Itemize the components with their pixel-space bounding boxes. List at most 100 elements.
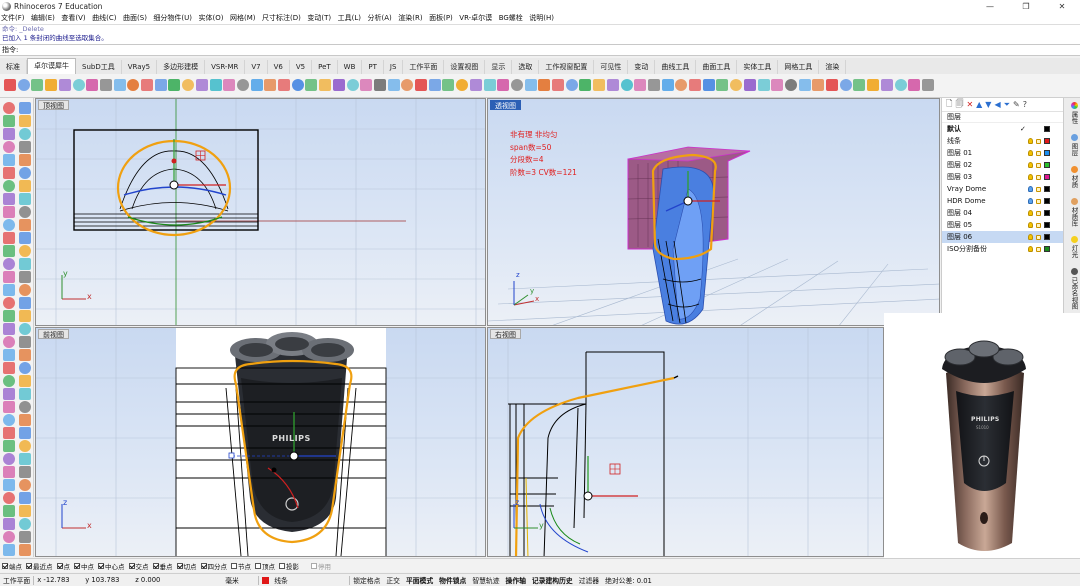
- left-tool-icon[interactable]: [3, 453, 15, 465]
- viewport-front-label[interactable]: 前视图: [38, 329, 69, 339]
- osnap-item[interactable]: 四分点: [200, 561, 227, 571]
- osnap-checkbox[interactable]: [26, 562, 32, 569]
- left-tool-icon[interactable]: [3, 388, 15, 400]
- toolbar-tool-icon[interactable]: [702, 79, 715, 91]
- menu-curve[interactable]: 曲线(C): [92, 13, 116, 23]
- left-tool-icon[interactable]: [19, 141, 31, 153]
- layer-visibility-bulb-icon[interactable]: [1028, 186, 1033, 192]
- toolbar-tool-icon[interactable]: [141, 79, 153, 91]
- delete-layer-icon[interactable]: ✕: [966, 100, 973, 109]
- toolbar-tool-icon[interactable]: [4, 79, 16, 91]
- menu-analyze[interactable]: 分析(A): [368, 13, 392, 23]
- layer-lock-icon[interactable]: [1036, 150, 1041, 156]
- tab-js[interactable]: JS: [384, 60, 404, 74]
- osnap-checkbox[interactable]: [2, 562, 8, 569]
- toolbar-tool-icon[interactable]: [757, 79, 770, 91]
- toolbar-tool-icon[interactable]: [415, 79, 427, 91]
- toolbar-tool-icon[interactable]: [538, 79, 551, 91]
- status-mode-toggle[interactable]: 过滤器: [576, 575, 602, 585]
- toolbar-tool-icon[interactable]: [469, 79, 482, 91]
- osnap-checkbox[interactable]: [200, 562, 207, 569]
- menu-help[interactable]: 说明(H): [529, 13, 554, 23]
- left-tool-icon[interactable]: [19, 310, 31, 322]
- toolbar-tool-icon[interactable]: [99, 79, 112, 91]
- menu-edit[interactable]: 编辑(E): [31, 13, 55, 23]
- left-tool-icon[interactable]: [3, 323, 15, 335]
- left-tool-icon[interactable]: [3, 440, 15, 452]
- tools-icon[interactable]: ✎: [1013, 100, 1020, 109]
- layer-lock-icon[interactable]: [1036, 138, 1041, 144]
- left-tool-icon[interactable]: [19, 531, 31, 543]
- osnap-checkbox[interactable]: [152, 562, 159, 569]
- left-tool-icon[interactable]: [3, 427, 15, 439]
- new-layer-icon[interactable]: 🗋: [946, 98, 952, 112]
- layer-lock-icon[interactable]: [1036, 246, 1041, 252]
- tab-visibility[interactable]: 可见性: [594, 60, 629, 74]
- toolbar-tool-icon[interactable]: [127, 79, 140, 91]
- layer-color-swatch[interactable]: [1044, 246, 1050, 252]
- filter-icon[interactable]: ⏷: [1004, 100, 1010, 110]
- layer-row[interactable]: 图层 04: [942, 207, 1063, 219]
- toolbar-tool-icon[interactable]: [880, 79, 893, 91]
- left-tool-icon[interactable]: [3, 310, 15, 322]
- layer-color-swatch[interactable]: [1044, 174, 1050, 180]
- status-units[interactable]: 毫米: [222, 575, 258, 585]
- left-tool-icon[interactable]: [3, 206, 15, 218]
- viewport-right-label[interactable]: 右视图: [490, 329, 521, 339]
- left-tool-icon[interactable]: [19, 349, 31, 361]
- left-tool-icon[interactable]: [19, 492, 31, 504]
- osnap-item[interactable]: 切点: [176, 561, 197, 571]
- toolbar-tool-icon[interactable]: [264, 79, 277, 91]
- maximize-button[interactable]: ❐: [1008, 0, 1044, 12]
- left-tool-icon[interactable]: [19, 115, 31, 127]
- viewport-top[interactable]: 顶视图 x y: [35, 98, 486, 326]
- osnap-item[interactable]: 中点: [74, 561, 94, 571]
- tab-surface-tools[interactable]: 曲面工具: [696, 60, 738, 74]
- toolbar-tool-icon[interactable]: [278, 79, 290, 91]
- status-mode-toggle[interactable]: 操作轴: [503, 575, 529, 585]
- move-up-icon[interactable]: ▲: [976, 100, 982, 109]
- menu-transform[interactable]: 变动(T): [307, 13, 331, 23]
- layer-color-swatch[interactable]: [1044, 222, 1050, 228]
- left-tool-icon[interactable]: [3, 154, 15, 166]
- left-tool-icon[interactable]: [19, 414, 31, 426]
- toolbar-tool-icon[interactable]: [401, 79, 414, 91]
- layer-row[interactable]: 线条: [942, 135, 1063, 147]
- osnap-item[interactable]: 垂点: [152, 561, 173, 571]
- menu-tools[interactable]: 工具(L): [338, 13, 361, 23]
- status-mode-toggle[interactable]: 锁定格点: [350, 575, 383, 585]
- layer-row[interactable]: 图层 05: [942, 219, 1063, 231]
- menu-solid[interactable]: 实体(O): [199, 13, 224, 23]
- side-tab-materials[interactable]: 材质: [1066, 166, 1079, 188]
- tab-vsr-mr[interactable]: VSR-MR: [205, 60, 246, 74]
- layer-lock-icon[interactable]: [1036, 234, 1041, 240]
- left-tool-icon[interactable]: [3, 245, 15, 257]
- left-tool-icon[interactable]: [19, 362, 31, 374]
- left-tool-icon[interactable]: [19, 388, 31, 400]
- layer-row[interactable]: HDR Dome: [942, 195, 1063, 207]
- left-tool-icon[interactable]: [3, 193, 15, 205]
- left-tool-icon[interactable]: [19, 284, 31, 296]
- left-tool-icon[interactable]: [3, 375, 15, 387]
- toolbar-tool-icon[interactable]: [771, 79, 784, 91]
- toolbar-tool-icon[interactable]: [456, 79, 469, 91]
- close-button[interactable]: ✕: [1044, 0, 1080, 12]
- layer-color-swatch[interactable]: [1044, 126, 1050, 132]
- side-tab-layers[interactable]: 图层: [1066, 134, 1079, 156]
- left-tool-icon[interactable]: [19, 193, 31, 205]
- status-cplane[interactable]: 工作平面: [0, 575, 33, 585]
- tab-display[interactable]: 显示: [485, 60, 513, 74]
- tab-select[interactable]: 选取: [512, 60, 540, 74]
- toolbar-tool-icon[interactable]: [565, 79, 578, 91]
- viewport-perspective[interactable]: 透视图 非有理 非均匀 span数=50 分段数=4 阶数=3 CV数=121: [487, 98, 940, 326]
- toolbar-tool-icon[interactable]: [552, 79, 564, 91]
- toolbar-tool-icon[interactable]: [510, 79, 523, 91]
- toolbar-tool-icon[interactable]: [784, 79, 797, 91]
- osnap-checkbox[interactable]: [176, 562, 183, 569]
- left-tool-icon[interactable]: [3, 128, 15, 140]
- toolbar-tool-icon[interactable]: [743, 79, 756, 91]
- osnap-checkbox[interactable]: [311, 562, 317, 569]
- left-tool-icon[interactable]: [3, 297, 15, 309]
- left-tool-icon[interactable]: [19, 297, 31, 309]
- osnap-checkbox[interactable]: [98, 562, 104, 569]
